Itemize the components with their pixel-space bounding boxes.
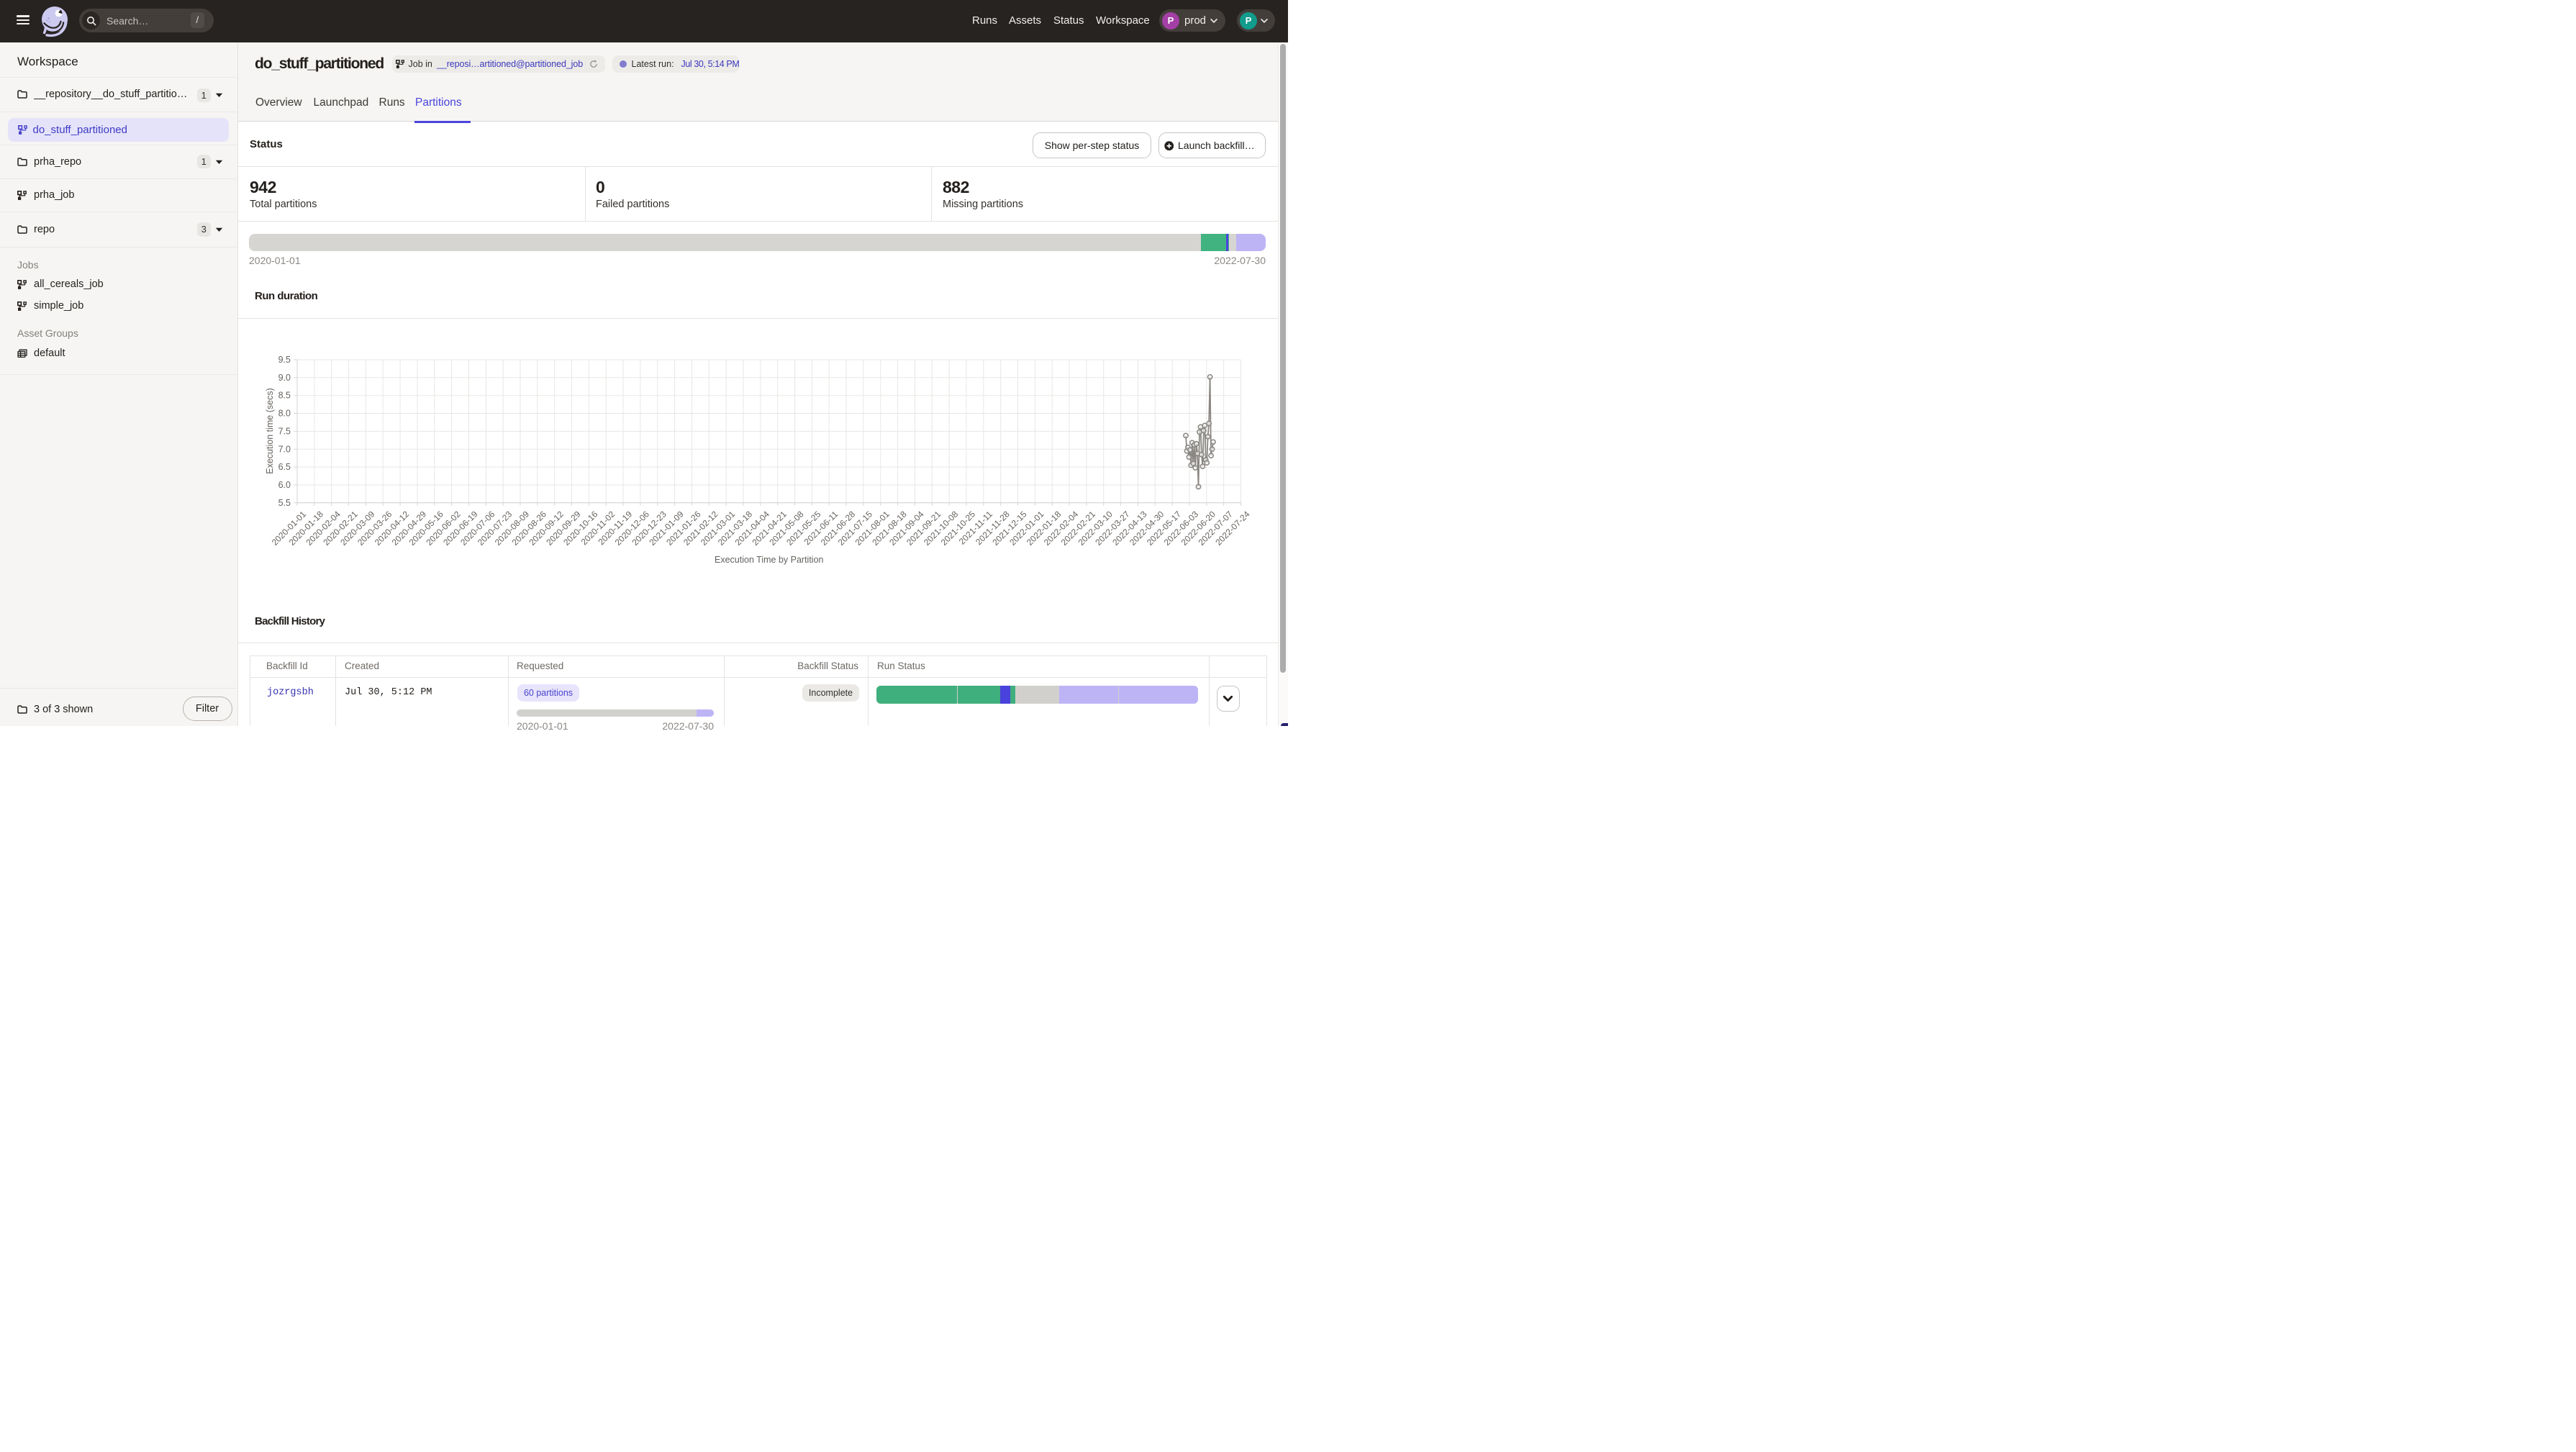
svg-text:Execution time (secs): Execution time (secs) (265, 388, 275, 473)
svg-text:Execution Time by Partition: Execution Time by Partition (715, 555, 824, 565)
svg-text:8.0: 8.0 (278, 409, 291, 419)
svg-text:5.5: 5.5 (278, 498, 291, 508)
svg-text:6.0: 6.0 (278, 480, 291, 490)
svg-text:9.5: 9.5 (278, 355, 291, 365)
svg-text:8.5: 8.5 (278, 391, 291, 401)
svg-text:7.0: 7.0 (278, 444, 291, 454)
svg-text:7.5: 7.5 (278, 426, 291, 436)
svg-text:9.0: 9.0 (278, 373, 291, 383)
svg-text:6.5: 6.5 (278, 462, 291, 472)
